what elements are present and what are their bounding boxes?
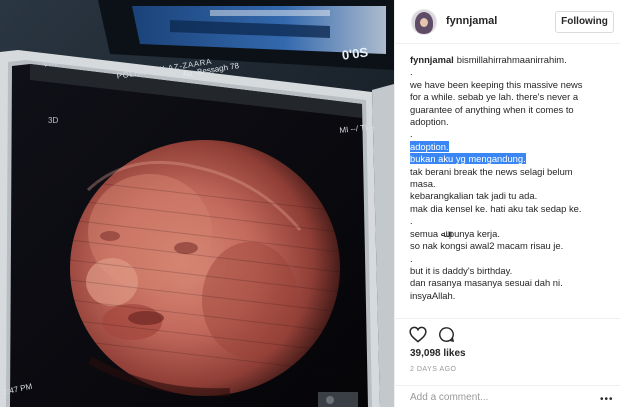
avatar[interactable] [411, 9, 437, 35]
caption-line: bukan aku yg mengandung. [410, 153, 610, 165]
caption-line-text: so nak kongsi awal2 macam risau je. [410, 240, 564, 252]
caption-line-text: we have been keeping this massive news [410, 78, 583, 90]
caption-line: . [410, 253, 610, 265]
caption-line: we have been keeping this massive news [410, 79, 610, 91]
caption-line-text: . [410, 252, 413, 264]
caption-line: adoption. [410, 116, 610, 128]
caption: fynnjamal bismillahirrahmaanirrahim. . we … [410, 54, 610, 302]
caption-line: tak berani break the news selagi belum [410, 166, 610, 178]
caption-line: but it is daddy's birthday. [410, 265, 610, 277]
post-timestamp[interactable]: 2 DAYS AGO [410, 366, 457, 373]
caption-line-selected-text: bukan aku yg mengandung. [410, 153, 526, 165]
caption-line: so nak kongsi awal2 macam risau je. [410, 240, 610, 252]
caption-line-text: . [410, 128, 413, 140]
caption-line-text: kebarangkalian tak jadi tu ada. [410, 190, 538, 202]
more-options-icon[interactable]: ••• [600, 394, 614, 405]
caption-first-line: fynnjamal bismillahirrahmaanirrahim. [410, 54, 610, 66]
caption-line: mak dia kensel ke. hati aku tak sedap ke… [410, 203, 610, 215]
caption-line-text: . [410, 66, 413, 78]
heart-icon[interactable] [409, 326, 427, 343]
caption-line: adoption. [410, 140, 610, 153]
caption-username[interactable]: fynnjamal [410, 54, 454, 65]
caption-line-text: tak berani break the news selagi belum [410, 165, 573, 177]
caption-line: semua ﷲ punya kerja. [410, 228, 610, 240]
comment-icon[interactable] [438, 326, 455, 343]
add-comment-input[interactable]: Add a comment... [410, 392, 488, 403]
caption-line-text: guarantee of anything when it comes to [410, 103, 574, 115]
caption-line: for a while. sebab ye lah. there's never… [410, 91, 610, 103]
caption-line: dan rasanya masanya sesuai dah ni. [410, 277, 610, 289]
caption-line-text: semua ﷲ punya kerja. [410, 227, 500, 239]
post-side-panel: fynnjamal Following fynnjamal bismillahir… [394, 0, 620, 407]
caption-line: guarantee of anything when it comes to [410, 104, 610, 116]
caption-line: . [410, 128, 610, 140]
caption-line: . [410, 215, 610, 227]
divider [395, 318, 620, 319]
following-button[interactable]: Following [555, 11, 614, 33]
caption-line-text: adoption. [410, 116, 449, 128]
monitor-mode-label: 3D [48, 116, 59, 125]
caption-line-selected-text: adoption. [410, 140, 449, 152]
caption-line-text: insyaAllah. [410, 289, 456, 301]
caption-line-text: but it is daddy's birthday. [410, 264, 513, 276]
caption-lines: . we have been keeping this massive news f… [410, 66, 610, 302]
caption-line: masa. [410, 178, 610, 190]
post-author-username[interactable]: fynnjamal [446, 15, 497, 27]
caption-line: insyaAllah. [410, 290, 610, 302]
caption-line-text: masa. [410, 178, 436, 190]
likes-count[interactable]: 39,098 likes [410, 348, 466, 359]
add-comment-row: Add a comment... ••• [395, 385, 620, 407]
caption-line: . [410, 66, 610, 78]
caption-line-text: . [410, 215, 413, 227]
post-photo[interactable]: VINNO POLIKLINIK AZ-ZAARA Au -Bessagh 78… [0, 0, 394, 407]
caption-line-text: mak dia kensel ke. hati aku tak sedap ke… [410, 202, 582, 214]
instagram-post: VINNO POLIKLINIK AZ-ZAARA Au -Bessagh 78… [0, 0, 620, 407]
caption-first-text: bismillahirrahmaanirrahim. [456, 54, 567, 65]
caption-line-text: for a while. sebab ye lah. there's never… [410, 91, 579, 103]
post-header: fynnjamal Following [395, 0, 620, 44]
caption-line-text: dan rasanya masanya sesuai dah ni. [410, 277, 563, 289]
avatar-face [420, 18, 428, 27]
caption-line: kebarangkalian tak jadi tu ada. [410, 190, 610, 202]
